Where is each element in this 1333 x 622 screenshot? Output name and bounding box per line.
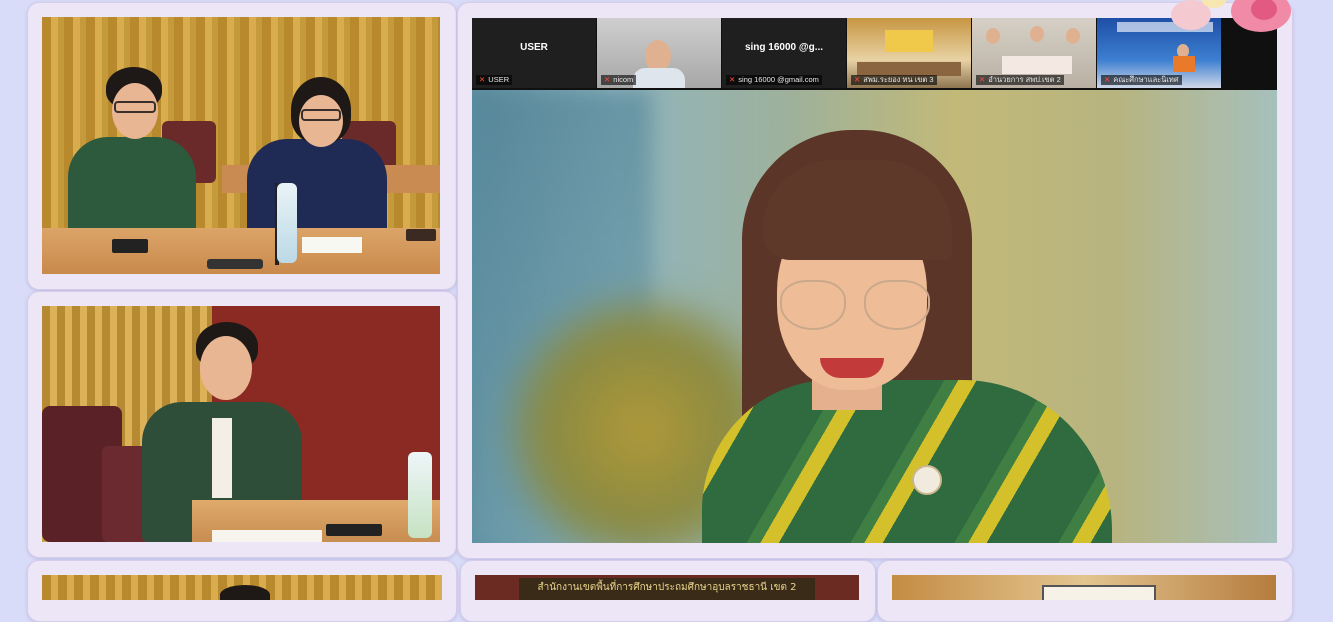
active-speaker-video xyxy=(472,90,1277,543)
participant-label: ✕ อำนวยการ สพป.เขต 2 xyxy=(976,75,1064,85)
participant-label: ✕ คณะศึกษาและนิเทศ xyxy=(1101,75,1182,85)
participant-tile[interactable]: ✕ nicom xyxy=(597,18,721,88)
mic-muted-icon: ✕ xyxy=(479,75,486,84)
video-conference-window: USER ✕ USER ✕ nicom sing 16000 @g... ✕ sing… xyxy=(472,18,1277,543)
meeting-photo-two-women xyxy=(42,17,440,274)
participant-name: USER xyxy=(520,42,548,53)
meeting-photo-bottom-right xyxy=(892,575,1276,600)
mic-muted-icon: ✕ xyxy=(854,75,861,84)
participant-tile[interactable]: USER ✕ USER xyxy=(472,18,596,88)
participant-label: ✕ USER xyxy=(476,75,513,85)
mic-muted-icon: ✕ xyxy=(729,75,736,84)
meeting-photo-bottom-middle: สำนักงานเขตพื้นที่การศึกษาประถมศึกษาอุบล… xyxy=(475,575,859,600)
mic-muted-icon: ✕ xyxy=(979,75,986,84)
meeting-photo-bottom-left xyxy=(42,575,442,600)
speaker xyxy=(702,130,1122,543)
participant-tile[interactable]: ✕ อำนวยการ สพป.เขต 2 xyxy=(972,18,1096,88)
participant-name: sing 16000 @g... xyxy=(744,42,824,53)
participant-label: ✕ sing 16000 @gmail.com xyxy=(726,75,822,85)
mic-muted-icon: ✕ xyxy=(604,75,611,84)
participant-label: ✕ สพม.ระยอง ทน เขต 3 xyxy=(851,75,937,85)
mic-muted-icon: ✕ xyxy=(1104,75,1111,84)
office-sign: สำนักงานเขตพื้นที่การศึกษาประถมศึกษาอุบล… xyxy=(519,578,815,600)
participant-strip: USER ✕ USER ✕ nicom sing 16000 @g... ✕ sing… xyxy=(472,18,1277,90)
flower-decoration xyxy=(1161,0,1321,36)
meeting-photo-woman-seated xyxy=(42,306,440,542)
participant-tile[interactable]: sing 16000 @g... ✕ sing 16000 @gmail.com xyxy=(722,18,846,88)
participant-tile[interactable]: ✕ สพม.ระยอง ทน เขต 3 xyxy=(847,18,971,88)
participant-label: ✕ nicom xyxy=(601,75,637,85)
